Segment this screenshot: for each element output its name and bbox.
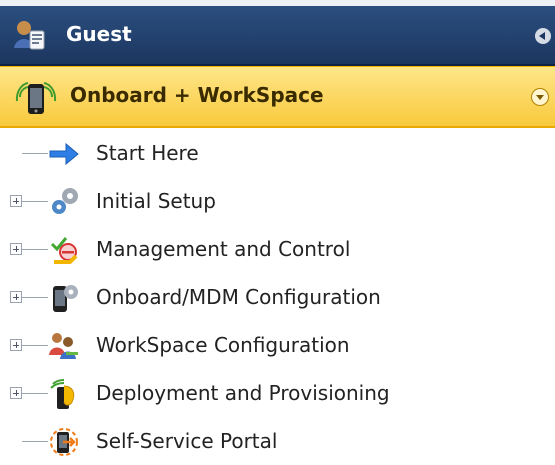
tree-connector-line (22, 201, 48, 202)
tree-connector-line (22, 393, 48, 394)
tree-item-deployment-provisioning[interactable]: Deployment and Provisioning (0, 370, 555, 418)
onboard-workspace-header[interactable]: Onboard + WorkSpace (0, 66, 555, 128)
navigation-panel: Guest Onboard + WorkSpace Start Here Ini… (0, 0, 555, 465)
tree-item-workspace-config[interactable]: WorkSpace Configuration (0, 322, 555, 370)
tree-item-self-service-portal[interactable]: Self-Service Portal (0, 418, 555, 465)
tree-item-label: Onboard/MDM Configuration (96, 285, 381, 309)
gears-icon (52, 188, 78, 214)
deploy-wireless-icon (50, 379, 75, 409)
onboard-workspace-label: Onboard + WorkSpace (70, 83, 324, 107)
management-control-icon (50, 237, 78, 264)
tree-connector-line (22, 441, 48, 442)
mobile-device-icon (15, 82, 57, 114)
tree-connector-line (22, 153, 48, 154)
guest-label: Guest (66, 22, 132, 46)
tree-item-label: Initial Setup (96, 189, 216, 213)
device-gear-icon (53, 285, 78, 312)
guest-user-icon (14, 21, 45, 50)
tree-item-label: Management and Control (96, 237, 351, 261)
tree-item-start-here[interactable]: Start Here (0, 130, 555, 178)
tree-connector-line (22, 345, 48, 346)
expand-icon[interactable] (10, 243, 22, 255)
expand-icon[interactable] (10, 387, 22, 399)
tree-item-label: Start Here (96, 141, 199, 165)
guest-menu-header[interactable]: Guest (0, 6, 555, 66)
tree-item-label: Self-Service Portal (96, 429, 278, 453)
workspace-users-icon (49, 333, 78, 359)
arrow-right-icon (49, 142, 79, 166)
tree-item-initial-setup[interactable]: Initial Setup (0, 178, 555, 226)
tree-connector-line (22, 297, 48, 298)
tree-item-management-control[interactable]: Management and Control (0, 226, 555, 274)
tree-item-label: WorkSpace Configuration (96, 333, 350, 357)
expand-icon[interactable] (10, 291, 22, 303)
navigation-tree: Start Here Initial Setup Management and … (0, 130, 555, 465)
tree-item-onboard-mdm[interactable]: Onboard/MDM Configuration (0, 274, 555, 322)
onboard-collapse-icon[interactable] (531, 88, 549, 106)
expand-icon[interactable] (10, 339, 22, 351)
tree-item-label: Deployment and Provisioning (96, 381, 390, 405)
guest-collapse-icon[interactable] (535, 28, 551, 44)
self-service-portal-icon (50, 428, 78, 456)
expand-icon[interactable] (10, 195, 22, 207)
tree-connector-line (22, 249, 48, 250)
